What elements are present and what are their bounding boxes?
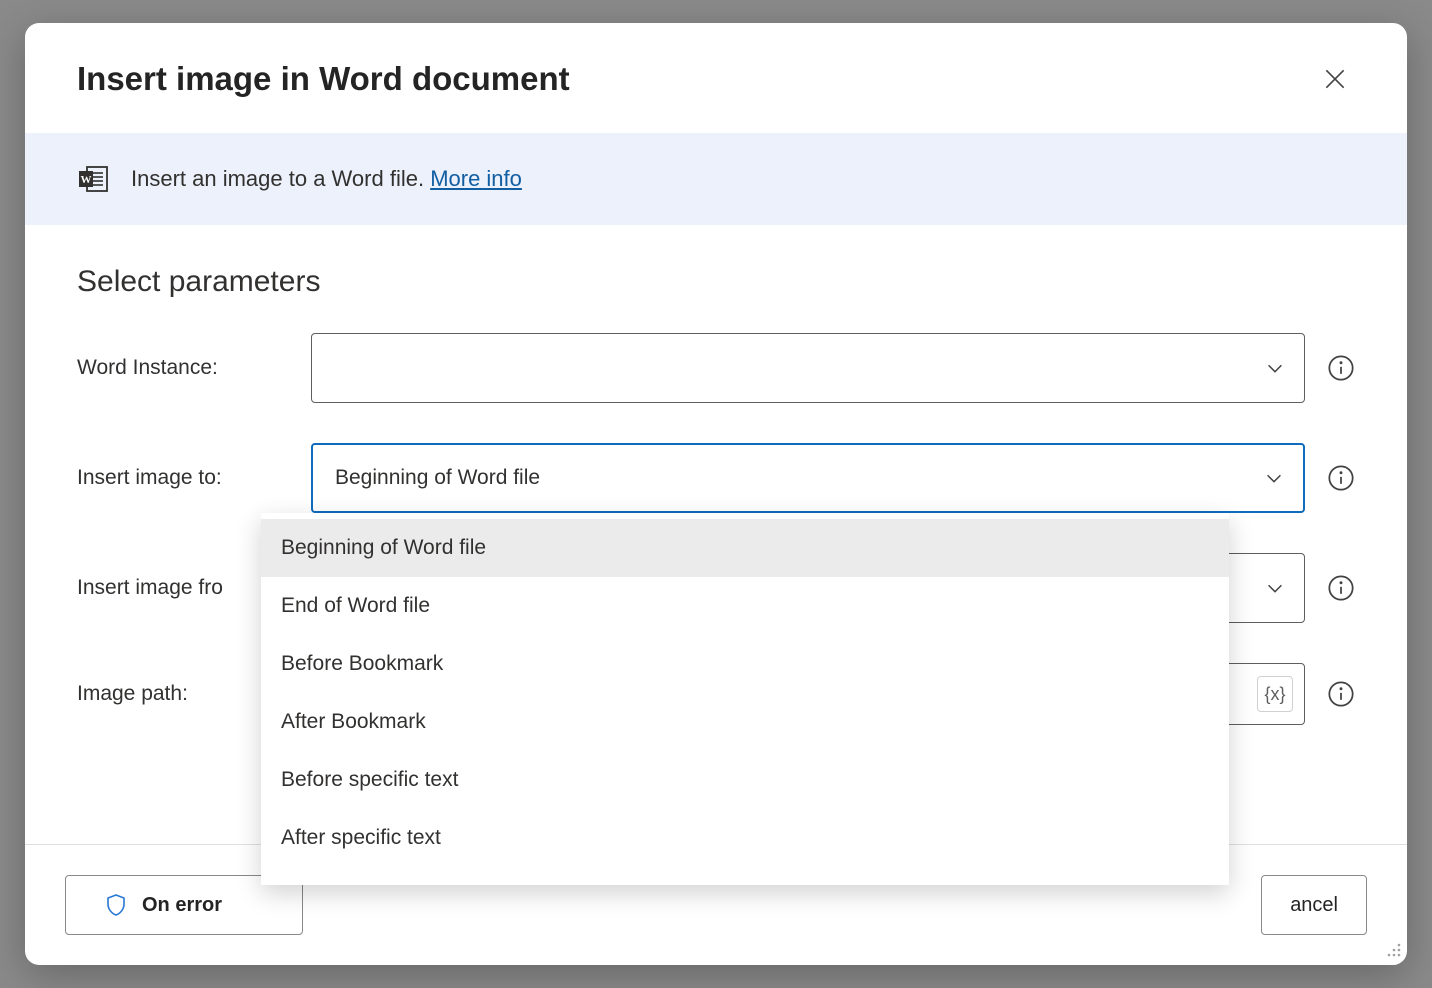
info-button-insert-image-from[interactable] bbox=[1327, 574, 1355, 602]
dropdown-insert-image-to: Beginning of Word file End of Word file … bbox=[261, 513, 1229, 885]
dialog-content: Select parameters Word Instance: Insert … bbox=[25, 225, 1407, 844]
section-title: Select parameters bbox=[77, 265, 1355, 299]
resize-grip-icon[interactable] bbox=[1383, 941, 1403, 961]
dialog-title: Insert image in Word document bbox=[77, 60, 570, 98]
chevron-down-icon bbox=[1263, 467, 1285, 489]
info-button-image-path[interactable] bbox=[1327, 680, 1355, 708]
select-insert-image-to[interactable]: Beginning of Word file bbox=[311, 443, 1305, 513]
dialog-header: Insert image in Word document bbox=[25, 23, 1407, 133]
control-insert-image-to: Beginning of Word file Beginning of Word… bbox=[311, 443, 1305, 513]
info-button-word-instance[interactable] bbox=[1327, 354, 1355, 382]
control-word-instance bbox=[311, 333, 1305, 403]
dropdown-option[interactable]: Before Bookmark bbox=[261, 635, 1229, 693]
dropdown-option[interactable]: After Bookmark bbox=[261, 693, 1229, 751]
select-word-instance[interactable] bbox=[311, 333, 1305, 403]
cancel-button[interactable]: ancel bbox=[1261, 875, 1367, 935]
param-row-insert-image-to: Insert image to: Beginning of Word file … bbox=[77, 443, 1355, 513]
chevron-down-icon bbox=[1264, 577, 1286, 599]
variable-icon: {x} bbox=[1264, 684, 1285, 705]
variable-picker-button[interactable]: {x} bbox=[1257, 676, 1293, 712]
info-banner: W Insert an image to a Word file. More i… bbox=[25, 133, 1407, 225]
dropdown-option[interactable]: Before specific text bbox=[261, 751, 1229, 809]
dialog-insert-image: Insert image in Word document W Insert a… bbox=[25, 23, 1407, 965]
cancel-label: ancel bbox=[1290, 894, 1338, 916]
info-icon bbox=[1327, 464, 1355, 492]
shield-icon bbox=[104, 893, 128, 917]
label-word-instance: Word Instance: bbox=[77, 356, 311, 380]
on-error-label: On error bbox=[142, 894, 222, 917]
label-insert-image-to: Insert image to: bbox=[77, 466, 311, 490]
close-icon bbox=[1322, 66, 1348, 92]
banner-text: Insert an image to a Word file. More inf… bbox=[131, 166, 522, 192]
info-button-insert-image-to[interactable] bbox=[1327, 464, 1355, 492]
more-info-link[interactable]: More info bbox=[430, 166, 522, 191]
select-insert-image-to-value: Beginning of Word file bbox=[335, 466, 540, 490]
word-icon: W bbox=[77, 163, 109, 195]
info-icon bbox=[1327, 680, 1355, 708]
param-row-word-instance: Word Instance: bbox=[77, 333, 1355, 403]
close-button[interactable] bbox=[1315, 59, 1355, 99]
dropdown-option[interactable]: End of Word file bbox=[261, 577, 1229, 635]
chevron-down-icon bbox=[1264, 357, 1286, 379]
info-icon bbox=[1327, 354, 1355, 382]
dropdown-option[interactable]: After specific text bbox=[261, 809, 1229, 867]
info-icon bbox=[1327, 574, 1355, 602]
svg-text:W: W bbox=[81, 174, 92, 186]
dropdown-option[interactable]: Beginning of Word file bbox=[261, 519, 1229, 577]
